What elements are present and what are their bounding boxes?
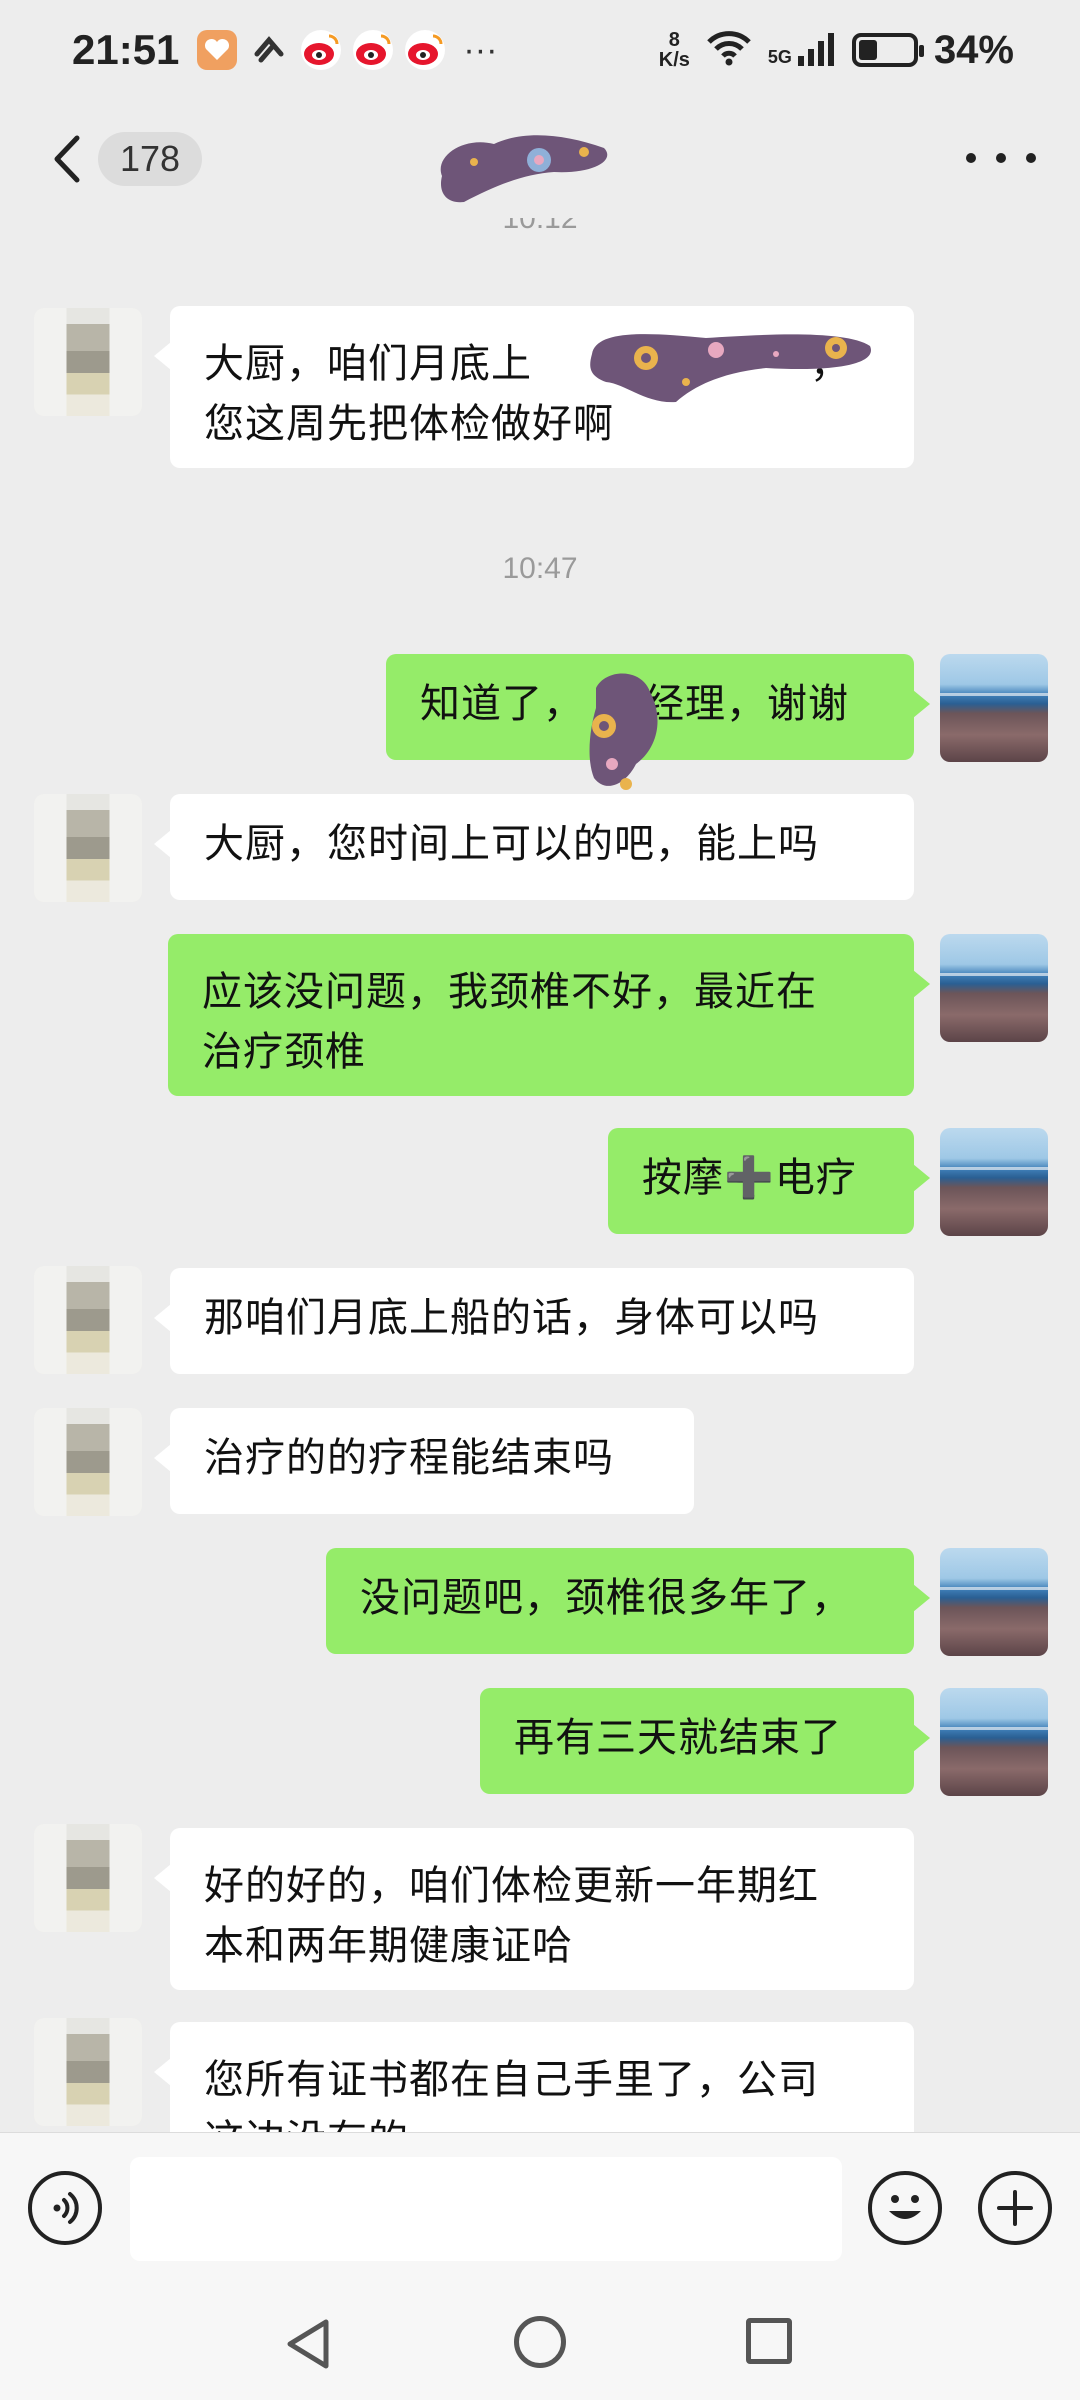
chat-header: 178 (0, 100, 1080, 218)
unread-count-badge[interactable]: 178 (98, 132, 203, 186)
nav-home-icon[interactable] (514, 2316, 566, 2368)
incoming-message[interactable]: 您所有证书都在自己手里了，公司 这边没有的 (154, 2022, 914, 2132)
nav-back-icon[interactable] (282, 2316, 338, 2372)
battery-percent: 34% (933, 27, 1014, 72)
heart-app-icon (197, 30, 238, 70)
incoming-message[interactable]: 治疗的的疗程能结束吗 (154, 1408, 694, 1514)
plus-icon (997, 2190, 1033, 2226)
voice-button[interactable] (28, 2171, 102, 2245)
incoming-message[interactable]: 那咱们月底上船的话，身体可以吗 (154, 1268, 914, 1374)
redacted-name (590, 334, 871, 403)
voice-icon (53, 2192, 79, 2224)
battery-icon (851, 33, 924, 67)
contact-avatar[interactable] (34, 2018, 142, 2126)
status-right-group: 8 K/s 5G 34% (659, 28, 1014, 73)
status-bar: 21:51 ··· 8 K/s 5G 34% (0, 0, 1080, 100)
weibo-icon (301, 30, 342, 70)
battery-fill (858, 40, 877, 60)
outgoing-message[interactable]: 应该没问题，我颈椎不好，最近在 治疗颈椎 (168, 934, 930, 1096)
network-speed: 8 K/s (658, 29, 690, 71)
my-avatar[interactable] (940, 1548, 1048, 1656)
outgoing-message[interactable]: 再有三天就结束了 (480, 1688, 930, 1794)
plus-button[interactable] (978, 2171, 1052, 2245)
message-input-bar (0, 2132, 1080, 2286)
status-time: 21:51 (72, 26, 180, 73)
outgoing-message[interactable]: 知道了， 经理，谢谢 (386, 654, 930, 790)
outgoing-message[interactable]: 没问题吧，颈椎很多年了， (326, 1548, 930, 1654)
contact-avatar[interactable] (34, 308, 142, 416)
weibo-icon (405, 30, 446, 70)
contact-avatar[interactable] (34, 1266, 142, 1374)
contact-avatar[interactable] (34, 794, 142, 902)
incoming-message[interactable]: 大厨，咱们月底上， 您这周先把体检做好啊 (154, 306, 914, 468)
outgoing-message[interactable]: 按摩➕电疗 (608, 1128, 930, 1234)
cell-signal-icon: 5G (768, 32, 836, 68)
more-notifications-indicator: ··· (463, 30, 498, 69)
more-dots-icon (966, 153, 976, 163)
incoming-message[interactable]: 大厨，您时间上可以的吧，能上吗 (154, 794, 914, 900)
my-avatar[interactable] (940, 1688, 1048, 1796)
contact-avatar[interactable] (34, 1824, 142, 1932)
emoji-icon (889, 2195, 921, 2219)
wifi-icon (706, 30, 752, 71)
nav-recent-apps-icon[interactable] (746, 2318, 792, 2364)
incoming-message[interactable]: 好的好的，咱们体检更新一年期红 本和两年期健康证哈 (154, 1828, 914, 1990)
network-type: 5G (767, 47, 792, 67)
back-button[interactable] (36, 129, 96, 189)
app-notification-icon (249, 30, 289, 70)
weibo-icon (353, 30, 394, 70)
contact-avatar[interactable] (34, 1408, 142, 1516)
my-avatar[interactable] (940, 1128, 1048, 1236)
my-avatar[interactable] (940, 934, 1048, 1042)
system-nav-bar (0, 2286, 1080, 2400)
chat-messages[interactable]: 10:12 大厨，咱们月底上， 您这周先把体检做好啊 10:47 知道了，经理，… (0, 218, 1080, 2132)
redacted-name (589, 673, 658, 790)
message-timestamp: 10:12 (502, 218, 578, 235)
my-avatar[interactable] (940, 654, 1048, 762)
message-timestamp: 10:47 (502, 552, 578, 585)
redacted-chat-title (440, 135, 608, 203)
chevron-left-icon (54, 135, 80, 183)
more-button[interactable] (966, 138, 1036, 178)
emoji-button[interactable] (868, 2171, 942, 2245)
message-input[interactable] (130, 2157, 842, 2261)
